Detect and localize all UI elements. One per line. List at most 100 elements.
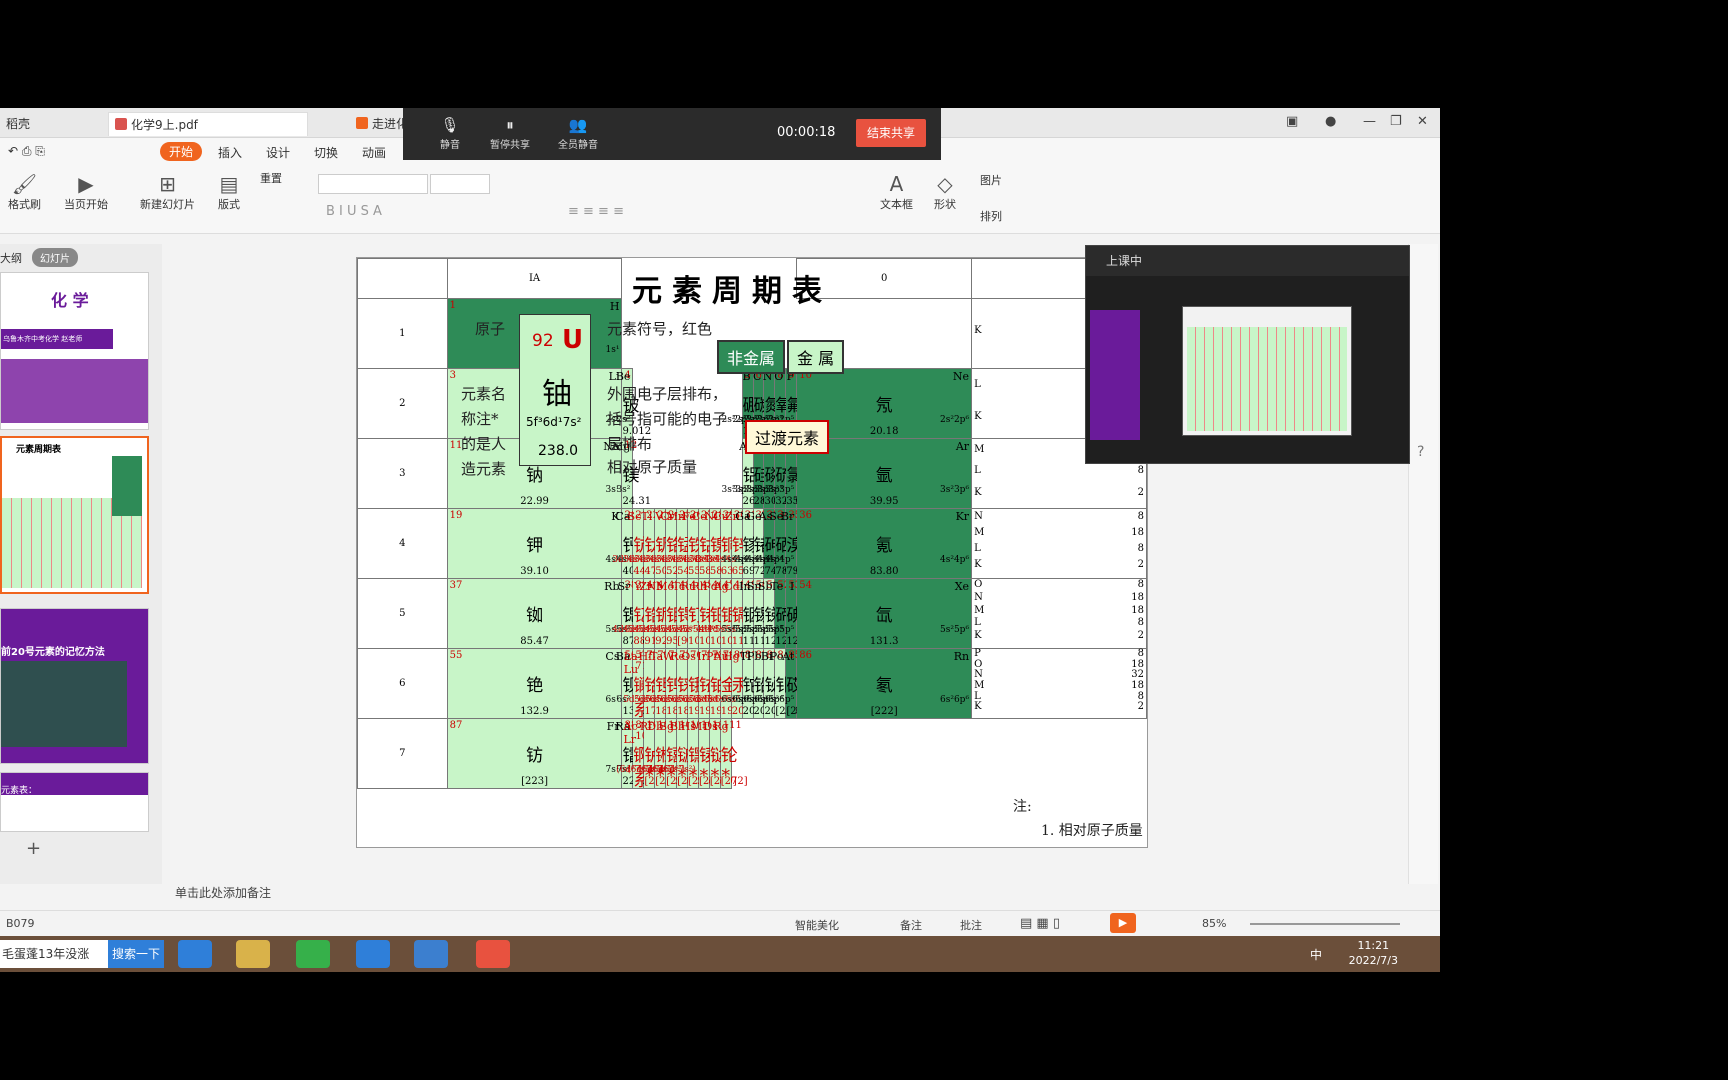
nonmetal-badge: 非金属 [717,340,786,374]
format-brush-label: 格式刷 [8,198,41,211]
thumb3-title: 前20号元素的记忆方法 [1,647,105,658]
slide-thumbnail-3[interactable]: 前20号元素的记忆方法 [0,608,149,764]
tab-slides[interactable]: 幻灯片 [32,248,78,267]
slide-thumbnail-2[interactable]: 元素周期表 [0,436,149,594]
tab-docer[interactable]: 稻壳 [0,112,36,136]
shape-button[interactable]: ◇ 形状 [934,172,956,212]
menu-design[interactable]: 设计 [266,144,290,161]
element-cell-K: 19 K 钾 4s¹ 39.10 [448,509,622,578]
wps-icon[interactable] [414,940,448,968]
pause-share-button[interactable]: ⏸ 暂停共享 [483,116,537,151]
atomic-mass: 178.5 [644,706,673,717]
atomic-mass: 200.6 [732,706,761,717]
ie-icon[interactable] [178,940,212,968]
element-cell-Cs: 55 Cs 铯 6s¹ 132.9 [448,649,622,718]
tab-outline[interactable]: 大纲 [0,250,22,266]
atomic-mass: 39.10 [520,566,549,577]
pip-thumbnails-preview [1090,310,1140,440]
thumb3-board [1,661,127,747]
thumb1-band [1,359,148,423]
undo-icon[interactable]: ↶ ⎙ ⎘ [8,144,45,159]
feishu-icon[interactable] [356,940,390,968]
atomic-mass: 65.39 [732,566,761,577]
element-name: 锆 [644,606,662,626]
ime-indicator[interactable]: 中 [1310,946,1322,963]
taskbar-search-input[interactable]: 毛蛋蓬13年没涨 [0,940,108,968]
tab-pdf[interactable]: 化学9上.pdf [108,112,308,136]
ribbon-toolbar: 🖌 格式刷 ▶ 当页开始 ⊞ 新建幻灯片 ▤ 版式 重置 B I U S A ≡ ≡ ≡… [0,164,1440,234]
bold-icon[interactable]: B I U S A [326,204,382,219]
close-icon[interactable]: ✕ [1417,114,1428,129]
element-name: 铱 [698,676,716,696]
layout-button[interactable]: ▤ 版式 [218,172,240,212]
atomic-mass: 91.22 [644,636,673,647]
menu-transition[interactable]: 切换 [314,144,338,161]
element-cell-Kr: 36 Kr 氪 4s²4p⁶ 83.80 [797,509,971,578]
atomic-mass: [265] [688,776,715,787]
format-brush-button[interactable]: 🖌 格式刷 [8,172,41,212]
element-symbol: Sc [627,510,642,523]
element-symbol: Rn [953,650,970,663]
picture-button[interactable]: 图片 [980,172,1002,188]
element-name: 钇 [633,606,651,626]
zoom-slider[interactable] [1250,923,1400,925]
element-symbol: H [609,300,620,313]
reset-button[interactable]: 重置 [260,170,282,186]
shell-count: 2 [1137,486,1144,498]
play-from-current-label: 当页开始 [64,198,108,211]
note-heading: 注: [1013,799,1032,815]
atomic-mass: 40.08 [622,566,651,577]
status-bar: B079 智能美化 备注 批注 ▤ ▦ ▯ ▶ 85% [0,910,1440,936]
font-size-box[interactable] [430,174,490,194]
slide-canvas[interactable]: IA011H氢1s¹1.008K223Li锂2s¹6.9414Be铍2s²9.0… [356,257,1148,848]
textbox-button[interactable]: A 文本框 [880,172,913,212]
taskbar-search-button[interactable]: 搜索一下 [108,940,164,968]
minimize-icon[interactable]: — [1363,114,1376,129]
folder-icon[interactable] [236,940,270,968]
menu-insert[interactable]: 插入 [218,144,242,161]
add-slide-icon[interactable]: + [26,838,41,859]
mute-button[interactable]: 🎙 静音 [423,116,477,151]
font-name-box[interactable] [318,174,428,194]
window-count-icon[interactable]: ▣ [1286,114,1298,129]
notes-placeholder[interactable]: 单击此处添加备注 [175,884,271,901]
menu-animation[interactable]: 动画 [362,144,386,161]
element-name: 铬 [666,536,684,556]
electron-config: 5s²5p⁶ [940,625,970,635]
atomic-mass: 52.00 [666,566,695,577]
mute-all-button[interactable]: 👥 全员静音 [551,116,605,151]
element-name: 铁 [688,536,706,556]
arrange-button[interactable]: 排列 [980,208,1002,224]
atomic-mass: 114.8 [743,636,772,647]
beautify-button[interactable]: 智能美化 [795,917,839,933]
shell-column: O 8 N 18 M 18 L 8 K 2 [971,578,1147,649]
electron-config: 3s²3p⁶ [940,485,970,495]
browser-icon[interactable] [296,940,330,968]
element-name: 氟 [786,396,804,416]
slide-thumbnail-4[interactable]: 元素表： [0,772,149,832]
avatar[interactable]: ● [1325,114,1336,129]
notes-button[interactable]: 备注 [900,917,922,933]
video-preview-window[interactable]: 上课中 [1085,245,1410,464]
end-share-button[interactable]: 结束共享 [856,119,926,147]
slideshow-icon[interactable]: ▶ [1110,913,1136,933]
menu-start[interactable]: 开始 [160,142,203,161]
restore-icon[interactable]: ❐ [1390,114,1402,129]
slide-thumbnail-1[interactable]: 化 学 乌鲁木齐中考化学 赵老师 [0,272,149,430]
comment-button[interactable]: 批注 [960,917,982,933]
view-mode-icons[interactable]: ▤ ▦ ▯ [1020,916,1060,931]
align-icon[interactable]: ≡ ≡ ≡ ≡ [568,204,624,219]
help-icon[interactable]: ? [1417,444,1424,460]
element-name: 铜 [720,536,738,556]
atomic-mass: 28.09 [754,496,783,507]
atomic-mass: [263] [666,776,693,787]
play-from-current-button[interactable]: ▶ 当页开始 [64,172,108,212]
element-symbol: Kr [955,510,970,523]
element-name: 锡 [753,606,771,626]
meeting-icon[interactable] [476,940,510,968]
users-icon: 👥 [568,116,588,134]
atomic-mass: [209] [775,706,802,717]
new-slide-button[interactable]: ⊞ 新建幻灯片 [140,172,195,212]
shell-letter: K [974,325,982,336]
element-name: 氮 [764,396,782,416]
